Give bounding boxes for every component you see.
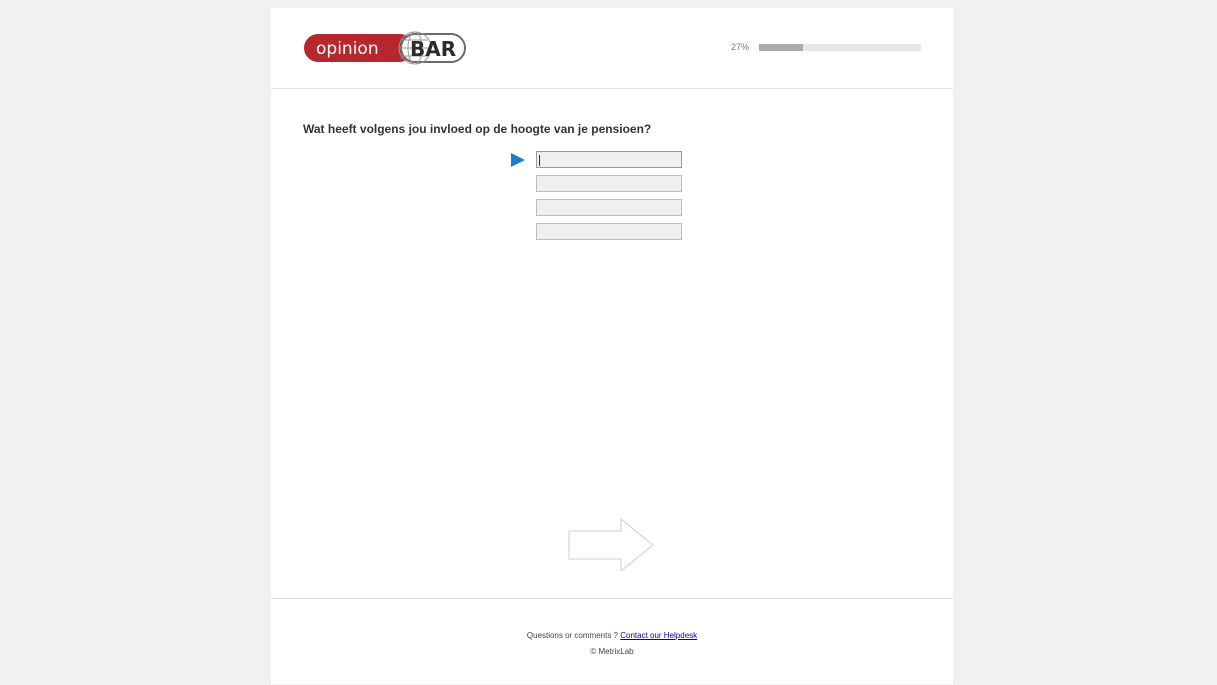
- logo-word-bar: BAR: [410, 37, 456, 61]
- logo-word-opinion: opinion: [316, 39, 379, 59]
- progress-bar-fill: [759, 44, 803, 51]
- header: opinion BAR 27%: [271, 8, 953, 89]
- progress-bar: [759, 44, 921, 51]
- answer-field-2[interactable]: [536, 175, 682, 192]
- question-text: Wat heeft volgens jou invloed op de hoog…: [303, 122, 652, 136]
- answer-field-3[interactable]: [536, 199, 682, 216]
- answer-fields: [536, 151, 682, 247]
- current-field-indicator-icon: [511, 153, 525, 167]
- right-arrow-icon: [568, 517, 654, 573]
- footer: Questions or comments ? Contact our Help…: [271, 598, 953, 685]
- survey-page: opinion BAR 27% Wat heeft volgens jou in…: [271, 8, 953, 684]
- opinionbar-logo: opinion BAR: [304, 31, 466, 65]
- text-cursor: [539, 155, 540, 166]
- copyright-text: © MetrixLab: [590, 647, 634, 656]
- helpdesk-link[interactable]: Contact our Helpdesk: [620, 631, 697, 640]
- next-button[interactable]: [567, 517, 657, 573]
- answer-field-1[interactable]: [536, 151, 682, 168]
- progress-percent: 27%: [731, 42, 750, 52]
- answer-field-4[interactable]: [536, 223, 682, 240]
- footer-help-text: Questions or comments ?: [526, 631, 621, 640]
- footer-help-line: Questions or comments ? Contact our Help…: [271, 631, 953, 640]
